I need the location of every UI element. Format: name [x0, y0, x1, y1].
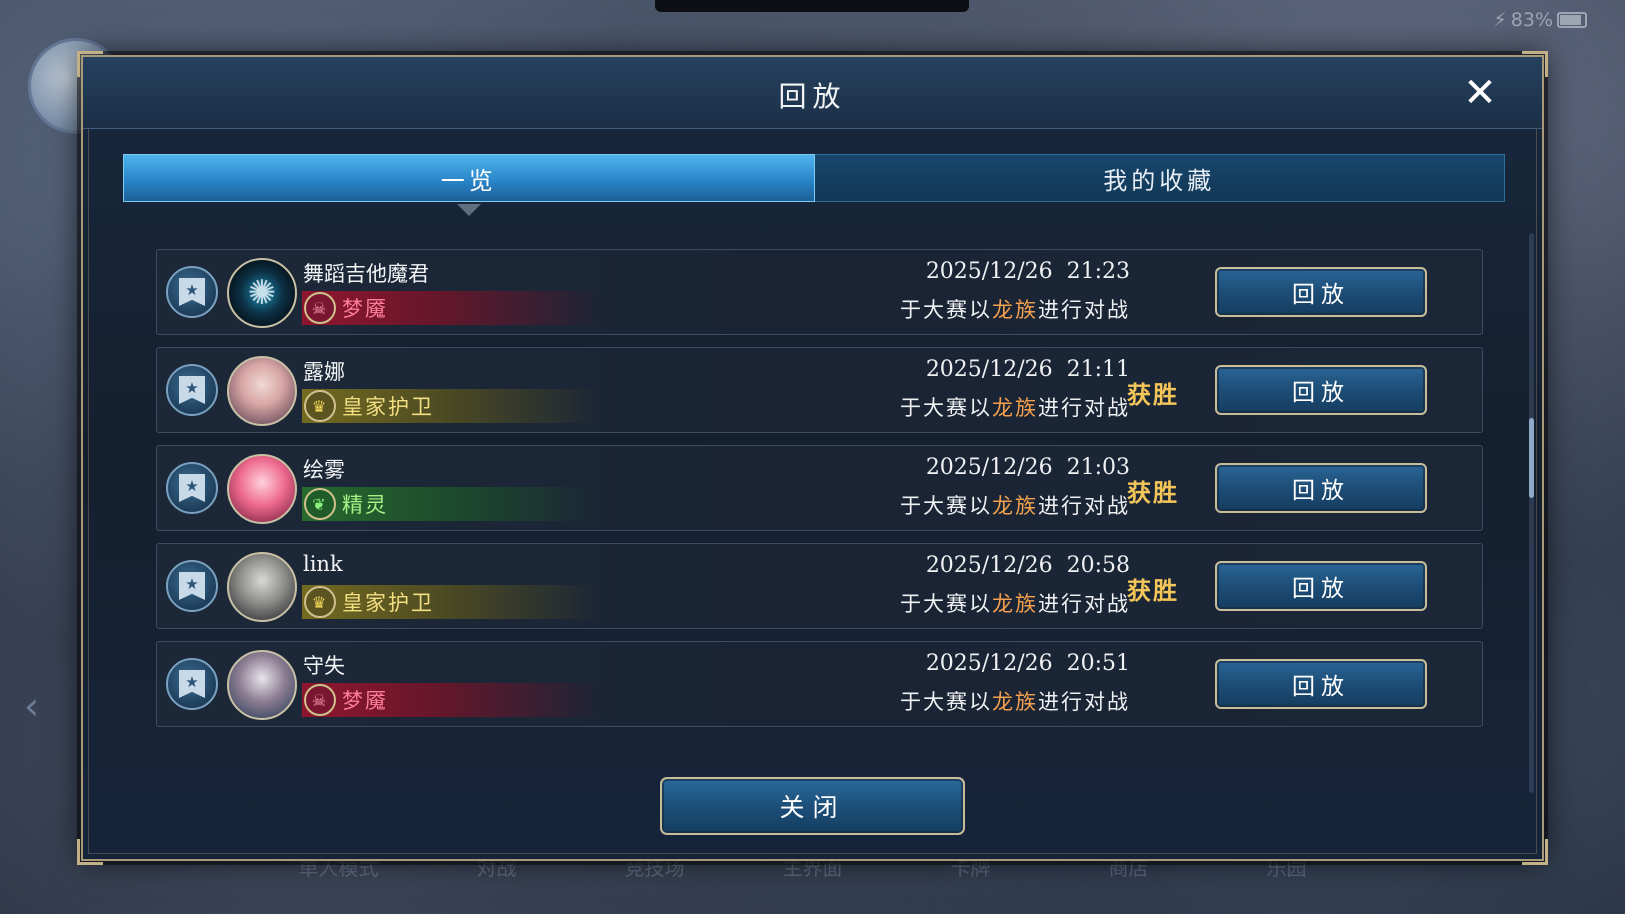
opponent-name: 舞蹈吉他魔君 [303, 262, 429, 286]
replay-row: ★ 绘雾 ❦ 精灵 2025/12/26 21:03 于大赛以龙族进行对战 获胜… [156, 445, 1483, 531]
star-bookmark-icon: ★ [179, 670, 205, 698]
scrollbar-thumb[interactable] [1529, 418, 1534, 498]
deck-class-highlight: 龙族 [992, 396, 1038, 420]
replay-row: ★ link ♛ 皇家护卫 2025/12/26 20:58 于大赛以龙族进行对… [156, 543, 1483, 629]
replay-dialog: 回放 ✕ 一览 我的收藏 ★ ✺ 舞蹈吉他魔君 ☠ 梦魇 2025/12/26 … [77, 51, 1548, 865]
deck-class-highlight: 龙族 [992, 298, 1038, 322]
deck-class-highlight: 龙族 [992, 592, 1038, 616]
favorite-button[interactable]: ★ [166, 462, 218, 514]
match-description: 于大赛以龙族进行对战 [900, 686, 1130, 716]
desc-suffix: 进行对战 [1038, 396, 1130, 420]
desc-prefix: 于大赛以 [900, 690, 992, 714]
class-label: 皇家护卫 [342, 591, 434, 615]
nightmare-icon: ☠ [304, 684, 336, 716]
desc-suffix: 进行对战 [1038, 690, 1130, 714]
replay-row: ★ ✺ 舞蹈吉他魔君 ☠ 梦魇 2025/12/26 21:23 于大赛以龙族进… [156, 249, 1483, 335]
star-bookmark-icon: ★ [179, 572, 205, 600]
favorite-button[interactable]: ★ [166, 658, 218, 710]
nightmare-icon: ☠ [304, 292, 336, 324]
result-badge: 获胜 [1127, 576, 1179, 605]
match-datetime: 2025/12/26 21:23 [925, 259, 1130, 284]
list-scrollbar[interactable] [1529, 233, 1534, 793]
replay-list: ★ ✺ 舞蹈吉他魔君 ☠ 梦魇 2025/12/26 21:23 于大赛以龙族进… [156, 249, 1483, 795]
opponent-class: ☠ 梦魇 [302, 683, 602, 717]
match-datetime: 2025/12/26 21:11 [925, 357, 1130, 382]
opponent-name: 露娜 [303, 360, 345, 384]
match-datetime: 2025/12/26 20:58 [925, 553, 1130, 578]
opponent-class: ♛ 皇家护卫 [302, 389, 602, 423]
opponent-avatar [227, 552, 297, 622]
dialog-corner-ornament [77, 839, 103, 865]
replay-button[interactable]: 回放 [1215, 267, 1427, 317]
leaf-icon: ❦ [304, 488, 336, 520]
opponent-class: ❦ 精灵 [302, 487, 602, 521]
opponent-name: link [303, 552, 343, 576]
desc-prefix: 于大赛以 [900, 298, 992, 322]
dialog-title: 回放 [778, 80, 847, 113]
favorite-button[interactable]: ★ [166, 560, 218, 612]
match-datetime: 2025/12/26 20:51 [925, 651, 1130, 676]
left-arrow-icon: ‹ [24, 684, 40, 728]
opponent-avatar [227, 650, 297, 720]
star-bookmark-icon: ★ [179, 376, 205, 404]
replay-row: ★ 守失 ☠ 梦魇 2025/12/26 20:51 于大赛以龙族进行对战 回放 [156, 641, 1483, 727]
dialog-corner-ornament [1522, 839, 1548, 865]
crown-icon: ♛ [304, 390, 336, 422]
battery-status: ⚡ 83% [1493, 9, 1587, 31]
deck-class-highlight: 龙族 [992, 690, 1038, 714]
battery-icon [1557, 12, 1587, 28]
result-badge: 获胜 [1127, 380, 1179, 409]
star-bookmark-icon: ★ [179, 278, 205, 306]
tab-favorites[interactable]: 我的收藏 [814, 154, 1505, 202]
charging-icon: ⚡ [1493, 9, 1507, 31]
class-label: 皇家护卫 [342, 395, 434, 419]
class-label: 精灵 [342, 493, 388, 517]
desc-prefix: 于大赛以 [900, 494, 992, 518]
tab-overview[interactable]: 一览 [123, 154, 815, 216]
desc-prefix: 于大赛以 [900, 396, 992, 420]
dialog-header: 回放 ✕ [83, 57, 1542, 129]
deck-class-highlight: 龙族 [992, 494, 1038, 518]
close-icon[interactable]: ✕ [1458, 71, 1502, 115]
battery-percent: 83% [1510, 9, 1553, 31]
opponent-avatar [227, 356, 297, 426]
replay-button[interactable]: 回放 [1215, 659, 1427, 709]
match-description: 于大赛以龙族进行对战 [900, 490, 1130, 520]
desc-suffix: 进行对战 [1038, 592, 1130, 616]
star-bookmark-icon: ★ [179, 474, 205, 502]
class-label: 梦魇 [342, 297, 388, 321]
crown-icon: ♛ [304, 586, 336, 618]
desc-suffix: 进行对战 [1038, 298, 1130, 322]
opponent-name: 守失 [303, 654, 345, 678]
favorite-button[interactable]: ★ [166, 364, 218, 416]
result-badge: 获胜 [1127, 478, 1179, 507]
replay-button[interactable]: 回放 [1215, 365, 1427, 415]
class-label: 梦魇 [342, 689, 388, 713]
opponent-avatar [227, 454, 297, 524]
opponent-class: ♛ 皇家护卫 [302, 585, 602, 619]
match-description: 于大赛以龙族进行对战 [900, 294, 1130, 324]
opponent-avatar: ✺ [227, 258, 297, 328]
replay-button[interactable]: 回放 [1215, 561, 1427, 611]
desc-suffix: 进行对战 [1038, 494, 1130, 518]
opponent-name: 绘雾 [303, 458, 345, 482]
match-datetime: 2025/12/26 21:03 [925, 455, 1130, 480]
desc-prefix: 于大赛以 [900, 592, 992, 616]
match-description: 于大赛以龙族进行对战 [900, 392, 1130, 422]
opponent-class: ☠ 梦魇 [302, 291, 602, 325]
match-description: 于大赛以龙族进行对战 [900, 588, 1130, 618]
replay-button[interactable]: 回放 [1215, 463, 1427, 513]
favorite-button[interactable]: ★ [166, 266, 218, 318]
replay-tabs: 一览 我的收藏 [123, 154, 1505, 216]
device-notch [655, 0, 969, 12]
replay-row: ★ 露娜 ♛ 皇家护卫 2025/12/26 21:11 于大赛以龙族进行对战 … [156, 347, 1483, 433]
close-button[interactable]: 关闭 [660, 777, 965, 835]
